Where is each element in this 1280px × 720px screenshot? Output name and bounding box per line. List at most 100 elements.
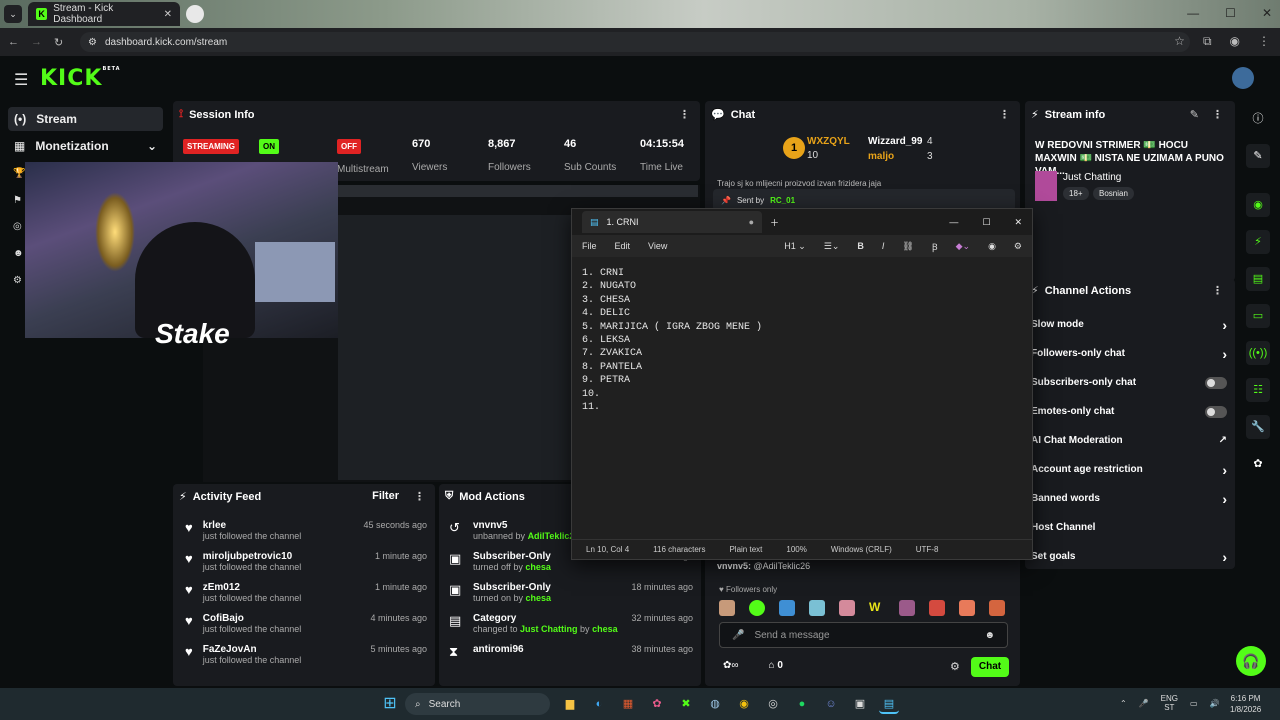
link-icon[interactable]: ⛓ xyxy=(902,241,913,252)
menu-edit[interactable]: Edit xyxy=(615,241,631,251)
spotify-icon[interactable]: ● xyxy=(792,694,812,714)
apps-rail-icon[interactable]: ✿ xyxy=(1246,452,1270,476)
channel-action-slow-mode[interactable]: Slow mode › xyxy=(1031,310,1227,339)
notepad-tab[interactable]: ▤ 1. CRNI ● xyxy=(582,211,762,233)
browser-menu-icon[interactable]: ⋮ xyxy=(1258,34,1270,49)
heading-dropdown[interactable]: H1 ⌄ xyxy=(784,241,806,252)
italic-icon[interactable]: I xyxy=(882,241,885,251)
camera-rail-icon[interactable]: ◉ xyxy=(1246,193,1270,217)
leader1-name[interactable]: WXZQYL xyxy=(807,136,850,147)
discord-icon[interactable]: ☺ xyxy=(821,694,841,714)
minimize-icon[interactable]: — xyxy=(1187,6,1199,20)
taskbar-search[interactable]: ⌕ Search xyxy=(405,693,550,715)
notepad-text-area[interactable]: 1. CRNI 2. NUGATO 3. CHESA 4. DELIC 5. MARIJ… xyxy=(572,257,1032,424)
line-ending[interactable]: Windows (CRLF) xyxy=(831,545,892,554)
chrome-icon[interactable]: ◉ xyxy=(734,694,754,714)
community-icon[interactable]: ⚑ xyxy=(13,195,22,206)
app-icon[interactable]: ▣ xyxy=(850,694,870,714)
back-icon[interactable]: ← xyxy=(8,36,19,48)
file-explorer-icon[interactable]: ▆ xyxy=(560,694,580,714)
mod-action-actor[interactable]: chesa xyxy=(525,562,551,572)
bolt-rail-icon[interactable]: ⚡ xyxy=(1246,230,1270,254)
emote[interactable] xyxy=(839,600,855,616)
activity-username[interactable]: zEm012 xyxy=(203,582,302,593)
site-info-icon[interactable]: ⚙ xyxy=(88,37,97,48)
close-tab-icon[interactable]: ✕ xyxy=(164,9,172,20)
info-rail-icon[interactable]: ⓘ xyxy=(1246,107,1270,131)
emote[interactable] xyxy=(959,600,975,616)
notepad-taskbar-icon[interactable]: ▤ xyxy=(879,694,899,714)
emoji-icon[interactable]: ☻ xyxy=(984,630,995,641)
chat-username[interactable]: vnvnv5: xyxy=(717,561,751,571)
hamburger-menu-icon[interactable]: ☰ xyxy=(14,70,28,90)
obs-icon[interactable]: ◎ xyxy=(763,694,783,714)
stream-info-menu-icon[interactable]: ⋮ xyxy=(1212,108,1223,121)
mod-action-actor[interactable]: Just Chatting xyxy=(520,624,578,634)
channel-actions-menu-icon[interactable]: ⋮ xyxy=(1212,284,1223,297)
document-rail-icon[interactable]: ▤ xyxy=(1246,267,1270,291)
tray-overflow-icon[interactable]: ⌃ xyxy=(1120,699,1127,708)
activity-username[interactable]: FaZeJovAn xyxy=(203,644,302,655)
trophy-icon[interactable]: 🏆 xyxy=(13,168,25,179)
moderation-icon[interactable]: ◎ xyxy=(13,221,22,232)
category-thumbnail[interactable] xyxy=(1035,171,1057,201)
menu-file[interactable]: File xyxy=(582,241,597,251)
extensions-icon[interactable]: ⧉ xyxy=(1203,34,1212,49)
edit-icon[interactable]: ✎ xyxy=(1190,108,1199,121)
channel-action-account-age-restriction[interactable]: Account age restriction › xyxy=(1031,455,1227,484)
users-icon[interactable]: ☻ xyxy=(13,248,24,259)
copilot-icon[interactable]: ◆⌄ xyxy=(956,241,970,252)
emote[interactable] xyxy=(899,600,915,616)
chat-settings-icon[interactable]: ⚙ xyxy=(950,660,960,673)
session-menu-icon[interactable]: ⋮ xyxy=(679,108,690,121)
forward-icon[interactable]: → xyxy=(31,36,42,48)
settings-icon[interactable]: ⚙ xyxy=(1014,241,1022,252)
zoom-level[interactable]: 100% xyxy=(786,545,806,554)
settings-icon[interactable]: ⚙ xyxy=(13,275,22,286)
channel-action-ai-chat-moderation[interactable]: AI Chat Moderation ↗ xyxy=(1031,426,1227,455)
wrench-rail-icon[interactable]: 🔧 xyxy=(1246,415,1270,439)
mod-action-actor[interactable]: chesa xyxy=(592,624,618,634)
user-avatar[interactable] xyxy=(1232,67,1254,89)
store-icon[interactable]: ▦ xyxy=(618,694,638,714)
chat-send-button[interactable]: Chat xyxy=(971,657,1009,677)
leader2-name[interactable]: Wizzard_99 xyxy=(868,136,922,147)
chat-input[interactable]: 🎤 Send a message ☻ xyxy=(719,622,1008,648)
channel-action-emotes-only-chat[interactable]: Emotes-only chat xyxy=(1031,397,1227,426)
close-window-icon[interactable]: ✕ xyxy=(1014,217,1022,228)
toggle-switch[interactable] xyxy=(1205,405,1227,418)
account-icon[interactable]: ◉ xyxy=(988,241,996,252)
chat-menu-icon[interactable]: ⋮ xyxy=(999,108,1010,121)
taskbar-clock[interactable]: 6:16 PM 1/8/2026 xyxy=(1230,693,1261,715)
maximize-icon[interactable]: ☐ xyxy=(1225,6,1236,20)
channel-action-host-channel[interactable]: Host Channel xyxy=(1031,513,1227,542)
emote[interactable] xyxy=(719,600,735,616)
windows-start-icon[interactable]: ⊞ xyxy=(380,694,400,714)
close-window-icon[interactable]: ✕ xyxy=(1262,6,1272,20)
activity-menu-icon[interactable]: ⋮ xyxy=(414,490,425,503)
maximize-icon[interactable]: ☐ xyxy=(982,217,990,228)
language-indicator[interactable]: ENG ST xyxy=(1161,694,1178,712)
toggle-switch[interactable] xyxy=(1205,376,1227,389)
emote[interactable] xyxy=(929,600,945,616)
new-tab-plus-icon[interactable]: ＋ xyxy=(770,216,779,229)
activity-username[interactable]: krlee xyxy=(203,520,302,531)
activity-username[interactable]: miroljubpetrovic10 xyxy=(203,551,302,562)
sidebar-item-monetization[interactable]: ▦ Monetization ⌄ xyxy=(8,134,163,158)
tab-search-button[interactable]: ⌄ xyxy=(4,5,22,23)
mic-icon[interactable]: 🎤 xyxy=(732,630,744,641)
sidebar-item-stream[interactable]: (•) Stream xyxy=(8,107,163,131)
xbox-icon[interactable]: ✖ xyxy=(676,694,696,714)
list-icon[interactable]: ☰⌄ xyxy=(824,241,840,252)
channel-action-set-goals[interactable]: Set goals › xyxy=(1031,542,1227,571)
chat-rail-icon[interactable]: ▭ xyxy=(1246,304,1270,328)
broadcast-rail-icon[interactable]: ((•)) xyxy=(1246,341,1270,365)
text-format[interactable]: Plain text xyxy=(729,545,762,554)
emote[interactable] xyxy=(749,600,765,616)
emote[interactable]: W xyxy=(869,600,885,616)
bookmark-star-icon[interactable]: ☆ xyxy=(1174,34,1185,49)
gift-count[interactable]: ⌂ 0 xyxy=(769,660,783,671)
clear-format-icon[interactable]: Ꞵ xyxy=(932,240,938,253)
channel-action-followers-only-chat[interactable]: Followers-only chat › xyxy=(1031,339,1227,368)
browser-tab[interactable]: K Stream - Kick Dashboard ✕ xyxy=(28,2,180,26)
